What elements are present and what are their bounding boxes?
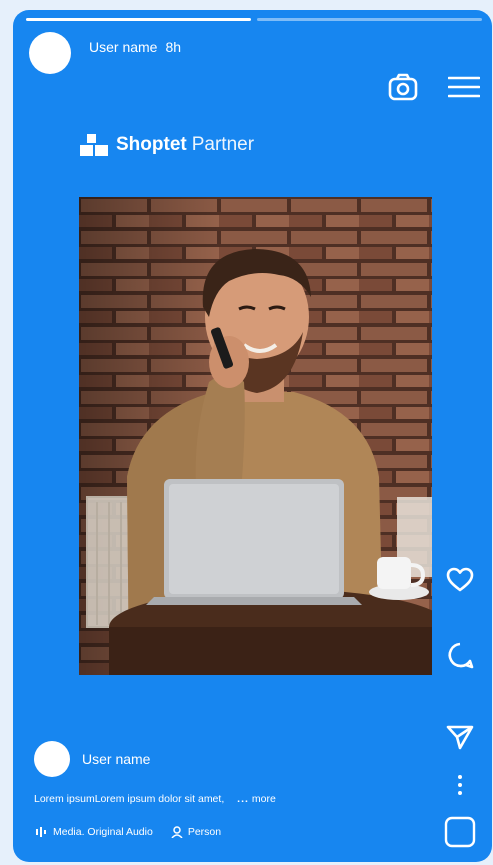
brand-logo: Shoptet Partner [80,134,254,156]
caption-text: Lorem ipsumLorem ipsum dolor sit amet, [34,793,225,805]
menu-icon [448,76,480,98]
author-name[interactable]: User name [82,751,150,767]
post-author[interactable]: User name [34,741,150,777]
more-label: more [251,793,276,805]
avatar[interactable] [29,32,71,74]
person-icon [171,826,183,838]
post-photo[interactable] [79,197,432,675]
comment-button[interactable] [443,638,477,672]
camera-button[interactable] [386,70,420,104]
comment-icon [448,642,474,669]
menu-button[interactable] [446,70,482,104]
post-caption: Lorem ipsumLorem ipsum dolor sit amet, .… [34,793,276,805]
man-on-phone-with-laptop-image [79,197,432,675]
story-header: User name 8h [29,32,181,74]
caption-more-link[interactable]: ... more [237,793,276,805]
header-meta: User name 8h [89,39,181,55]
username-label[interactable]: User name [89,39,157,55]
audio-tag[interactable]: Media. Original Audio [36,826,153,838]
camera-icon [388,73,418,101]
time-label: 8h [165,39,182,55]
send-icon [446,725,474,750]
more-vertical-icon [458,775,462,795]
brand-name: Shoptet [116,134,187,155]
story-screen: User name 8h Shoptet Partner User name L… [13,10,492,862]
shoptet-logo-icon [80,134,108,156]
square-icon [444,816,476,848]
audio-label: Media. Original Audio [53,826,153,838]
person-label: Person [187,826,222,838]
progress-segment-1 [26,18,251,21]
person-tag[interactable]: Person [171,826,221,838]
post-footer: Media. Original Audio Person [36,826,221,838]
like-button[interactable] [443,563,477,597]
heart-icon [446,567,474,592]
author-avatar[interactable] [34,741,70,777]
share-button[interactable] [443,720,477,754]
progress-segment-2 [257,18,482,21]
more-options-button[interactable] [443,772,477,798]
more-dots: ... [237,793,249,805]
story-progress [26,18,482,21]
audio-icon [36,827,46,837]
audio-thumbnail-button[interactable] [443,815,477,849]
brand-suffix: Partner [191,134,255,155]
